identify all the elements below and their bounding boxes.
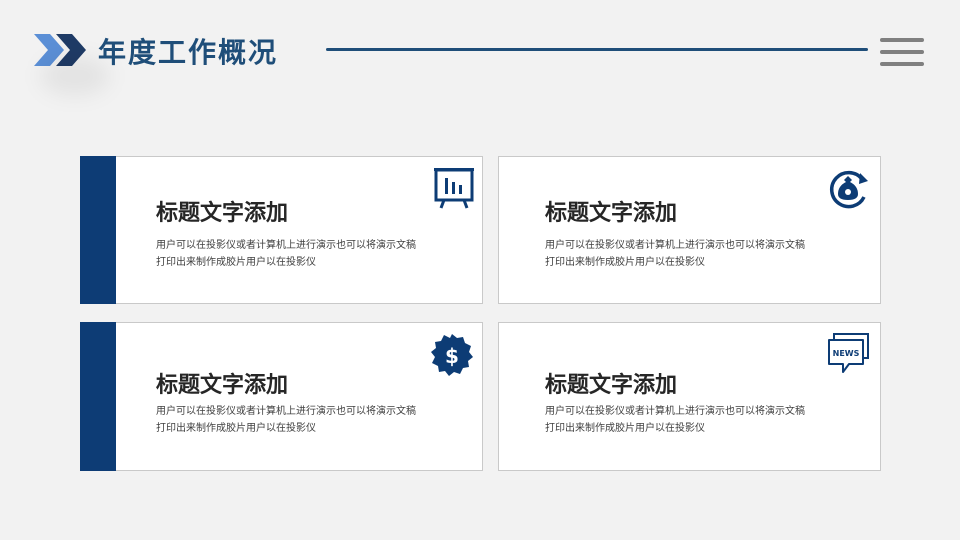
news-label: NEWS [833, 349, 860, 358]
dollar-badge-icon: $ [431, 334, 473, 376]
card-description-line: 用户可以在投影仪或者计算机上进行演示也可以将演示文稿 [156, 240, 416, 251]
content-card-2: 标题文字添加 用户可以在投影仪或者计算机上进行演示也可以将演示文稿 打印出来制作… [498, 156, 881, 304]
money-bag-cycle-icon [830, 170, 868, 209]
card-title: 标题文字添加 [156, 373, 289, 398]
slide-header: 年度工作概况 [0, 0, 960, 100]
content-card-3: 标题文字添加 用户可以在投影仪或者计算机上进行演示也可以将演示文稿 打印出来制作… [80, 322, 483, 471]
hamburger-menu-icon[interactable] [880, 38, 924, 68]
card-description-line: 打印出来制作成胶片用户以在投影仪 [545, 423, 705, 434]
page-title: 年度工作概况 [98, 36, 279, 69]
header-divider-line [326, 48, 868, 51]
card-description-line: 用户可以在投影仪或者计算机上进行演示也可以将演示文稿 [545, 406, 805, 417]
card-description-line: 打印出来制作成胶片用户以在投影仪 [156, 423, 316, 434]
card-description-line: 用户可以在投影仪或者计算机上进行演示也可以将演示文稿 [545, 240, 805, 251]
card-description: 用户可以在投影仪或者计算机上进行演示也可以将演示文稿 打印出来制作成胶片用户以在… [156, 237, 456, 271]
card-title: 标题文字添加 [156, 201, 289, 226]
card-accent-bar [80, 322, 116, 471]
card-description: 用户可以在投影仪或者计算机上进行演示也可以将演示文稿 打印出来制作成胶片用户以在… [156, 403, 456, 437]
svg-text:$: $ [445, 344, 459, 368]
card-description-line: 用户可以在投影仪或者计算机上进行演示也可以将演示文稿 [156, 406, 416, 417]
content-card-1: 标题文字添加 用户可以在投影仪或者计算机上进行演示也可以将演示文稿 打印出来制作… [80, 156, 483, 304]
card-title: 标题文字添加 [545, 373, 678, 398]
card-accent-bar [80, 156, 116, 304]
card-description: 用户可以在投影仪或者计算机上进行演示也可以将演示文稿 打印出来制作成胶片用户以在… [545, 403, 845, 437]
card-description-line: 打印出来制作成胶片用户以在投影仪 [156, 257, 316, 268]
news-chat-icon: NEWS [828, 333, 869, 373]
presentation-board-icon [434, 168, 474, 209]
content-card-4: 标题文字添加 用户可以在投影仪或者计算机上进行演示也可以将演示文稿 打印出来制作… [498, 322, 881, 471]
card-description: 用户可以在投影仪或者计算机上进行演示也可以将演示文稿 打印出来制作成胶片用户以在… [545, 237, 845, 271]
card-description-line: 打印出来制作成胶片用户以在投影仪 [545, 257, 705, 268]
card-title: 标题文字添加 [545, 201, 678, 226]
